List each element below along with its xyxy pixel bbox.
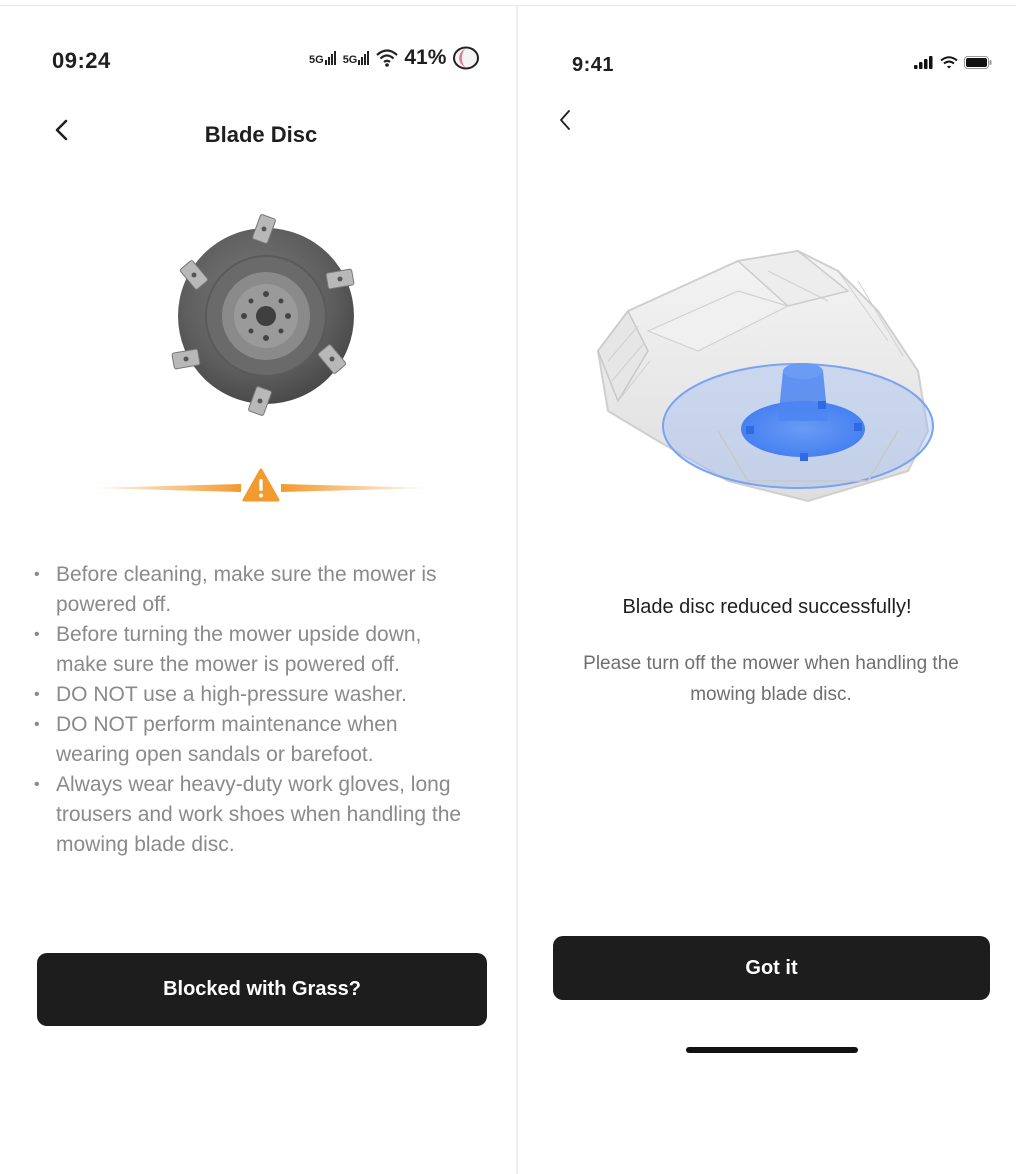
- home-indicator: [686, 1047, 858, 1053]
- signal-5g-icon-2: 5G: [343, 51, 371, 66]
- warning-item: DO NOT perform maintenance when wearing …: [34, 710, 474, 770]
- warning-list: Before cleaning, make sure the mower is …: [34, 560, 474, 860]
- battery-icon: [964, 56, 992, 69]
- warning-item: Always wear heavy-duty work gloves, long…: [34, 770, 474, 860]
- signal-5g-icon-1: 5G: [309, 51, 337, 66]
- battery-percent: 41%: [404, 46, 447, 69]
- battery-icon: [453, 46, 480, 70]
- status-icons: [914, 56, 992, 69]
- blocked-with-grass-button[interactable]: Blocked with Grass?: [37, 953, 487, 1026]
- warning-item: Before cleaning, make sure the mower is …: [34, 560, 474, 620]
- wifi-icon: [376, 49, 399, 67]
- mower-illustration: [596, 249, 934, 503]
- status-time: 9:41: [572, 54, 615, 76]
- blade-disc-illustration: [171, 214, 355, 416]
- signal-icon: [914, 56, 933, 69]
- warning-item: Before turning the mower upside down, ma…: [34, 620, 474, 680]
- blade-disc-screen: 09:24 5G 5G 41% Blade Disc • Before clea…: [6, 6, 516, 1174]
- wifi-icon: [940, 56, 958, 69]
- success-title: Blade disc reduced successfully!: [622, 596, 912, 618]
- warning-icon: [242, 468, 280, 502]
- got-it-button[interactable]: Got it: [553, 936, 990, 1000]
- status-time: 09:24: [52, 48, 111, 73]
- chevron-left-icon: [560, 110, 570, 130]
- status-icons: 5G 5G 41%: [309, 46, 480, 70]
- back-button[interactable]: [558, 108, 580, 136]
- page-title: Blade Disc: [204, 122, 318, 147]
- warning-item: DO NOT use a high-pressure washer.: [34, 680, 474, 710]
- blade-disc-success-screen: 9:41 Blade disc reduced successfully! Pl…: [518, 6, 1016, 1174]
- success-message: Please turn off the mower when handling …: [583, 653, 959, 705]
